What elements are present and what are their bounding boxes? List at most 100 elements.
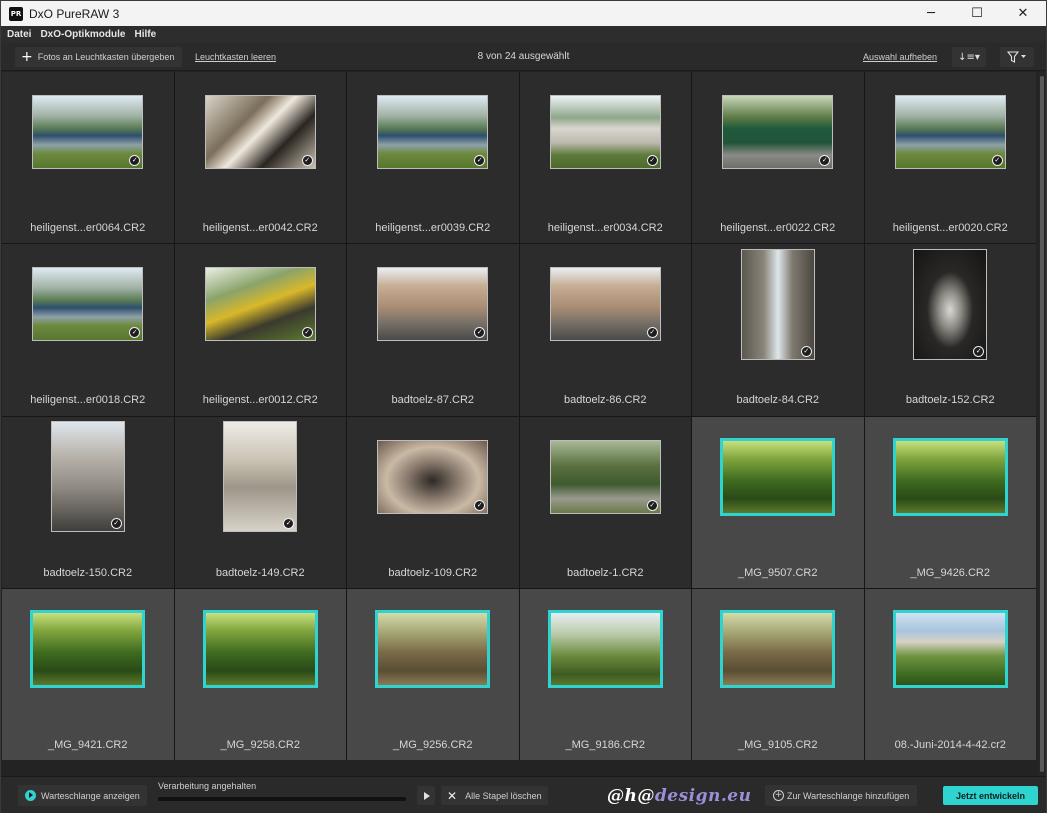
thumbnail-area: ✓ bbox=[2, 417, 174, 537]
photo-thumbnail[interactable]: ✓ bbox=[740, 248, 815, 360]
photo-filename: 08.-Juni-2014-4-42.cr2 bbox=[894, 738, 1006, 751]
photo-thumbnail[interactable]: ✓ bbox=[549, 95, 661, 169]
photo-thumbnail[interactable]: ✓ bbox=[204, 267, 316, 342]
photo-thumbnail[interactable] bbox=[720, 609, 836, 688]
processing-progress-bar bbox=[158, 797, 406, 801]
photo-filename: badtoelz-150.CR2 bbox=[43, 566, 133, 579]
add-photos-label: Fotos an Leuchtkasten übergeben bbox=[37, 52, 175, 62]
photo-tile[interactable]: ✓ badtoelz-1.CR2 bbox=[519, 416, 691, 588]
photo-thumbnail[interactable]: ✓ bbox=[223, 421, 298, 532]
photo-thumbnail[interactable]: ✓ bbox=[377, 95, 489, 169]
sort-button[interactable]: ↓≡▾ bbox=[952, 47, 986, 67]
resume-play-button[interactable] bbox=[417, 786, 435, 805]
photo-tile[interactable]: ✓ badtoelz-109.CR2 bbox=[347, 416, 519, 588]
minimize-button[interactable]: ─ bbox=[908, 1, 954, 26]
menu-hilfe[interactable]: Hilfe bbox=[134, 29, 156, 40]
scrollbar-thumb[interactable] bbox=[1040, 76, 1044, 772]
photo-filename: heiligenst...er0039.CR2 bbox=[375, 222, 491, 234]
photo-thumbnail[interactable]: ✓ bbox=[722, 95, 834, 169]
photo-thumbnail[interactable]: ✓ bbox=[32, 95, 144, 169]
watermark-logo: @h@design.eu bbox=[607, 786, 751, 806]
photo-thumbnail[interactable]: ✓ bbox=[32, 267, 144, 342]
processed-check-icon: ✓ bbox=[646, 499, 658, 511]
filter-button[interactable] bbox=[1000, 47, 1034, 67]
photo-thumbnail[interactable]: ✓ bbox=[50, 421, 125, 532]
processed-check-icon: ✓ bbox=[474, 499, 486, 511]
clear-lightbox-link[interactable]: Leuchtkasten leeren bbox=[195, 52, 276, 62]
processed-check-icon: ✓ bbox=[110, 518, 122, 529]
photo-thumbnail[interactable]: ✓ bbox=[913, 248, 988, 360]
grid-scrollbar[interactable] bbox=[1038, 72, 1046, 776]
photo-tile[interactable]: _MG_9258.CR2 bbox=[174, 588, 347, 760]
processed-check-icon: ✓ bbox=[283, 518, 295, 529]
photo-tile[interactable]: ✓ badtoelz-87.CR2 bbox=[347, 244, 519, 416]
photo-tile[interactable]: ✓ heiligenst...er0020.CR2 bbox=[864, 72, 1036, 244]
photo-thumbnail[interactable] bbox=[892, 437, 1008, 516]
photo-thumbnail[interactable] bbox=[720, 437, 836, 516]
photo-tile[interactable]: ✓ badtoelz-152.CR2 bbox=[864, 244, 1036, 416]
thumbnail-area: ✓ bbox=[175, 72, 347, 192]
thumbnail-area bbox=[692, 589, 864, 709]
thumbnail-area: ✓ bbox=[175, 244, 347, 364]
photo-tile[interactable]: ✓ heiligenst...er0022.CR2 bbox=[692, 72, 864, 244]
close-button[interactable]: ✕ bbox=[1000, 1, 1046, 26]
thumbnail-area: ✓ bbox=[692, 72, 864, 192]
photo-tile[interactable]: _MG_9105.CR2 bbox=[692, 588, 864, 760]
photo-tile[interactable]: _MG_9256.CR2 bbox=[347, 588, 519, 760]
photo-tile[interactable]: ✓ heiligenst...er0039.CR2 bbox=[347, 72, 519, 244]
photo-tile[interactable]: ✓ badtoelz-84.CR2 bbox=[692, 244, 864, 416]
photo-thumbnail[interactable]: ✓ bbox=[377, 267, 489, 342]
photo-thumbnail[interactable] bbox=[202, 609, 318, 688]
develop-now-button[interactable]: Jetzt entwickeln bbox=[943, 786, 1038, 805]
photo-tile[interactable]: _MG_9426.CR2 bbox=[864, 416, 1036, 588]
queue-play-icon bbox=[25, 790, 36, 801]
photo-tile[interactable]: _MG_9507.CR2 bbox=[692, 416, 864, 588]
photo-filename: heiligenst...er0042.CR2 bbox=[202, 222, 318, 234]
thumbnail-area bbox=[2, 589, 174, 709]
menu-bar: Datei DxO-Optikmodule Hilfe bbox=[1, 26, 1046, 43]
photo-tile[interactable]: ✓ heiligenst...er0064.CR2 bbox=[2, 72, 174, 244]
clear-all-stacks-button[interactable]: ✕ Alle Stapel löschen bbox=[441, 786, 548, 805]
photo-thumbnail[interactable]: ✓ bbox=[549, 267, 661, 342]
toolbar: + Fotos an Leuchtkasten übergeben Leucht… bbox=[1, 43, 1046, 71]
thumbnail-area: ✓ bbox=[347, 244, 519, 364]
show-queue-label: Warteschlange anzeigen bbox=[41, 790, 140, 801]
photo-tile[interactable]: ✓ heiligenst...er0034.CR2 bbox=[519, 72, 691, 244]
add-to-queue-button[interactable]: + Zur Warteschlange hinzufügen bbox=[765, 785, 918, 806]
photo-tile[interactable]: ✓ heiligenst...er0018.CR2 bbox=[2, 244, 174, 416]
deselect-all-link[interactable]: Auswahl aufheben bbox=[863, 52, 937, 62]
menu-dxo-optikmodule[interactable]: DxO-Optikmodule bbox=[40, 29, 125, 40]
photo-thumbnail[interactable] bbox=[375, 609, 491, 688]
photo-thumbnail[interactable]: ✓ bbox=[894, 95, 1006, 169]
processed-check-icon: ✓ bbox=[129, 155, 141, 166]
sort-icon: ↓≡▾ bbox=[958, 51, 980, 63]
photo-tile[interactable]: ✓ heiligenst...er0042.CR2 bbox=[174, 72, 347, 244]
show-queue-button[interactable]: Warteschlange anzeigen bbox=[18, 785, 147, 806]
photo-filename: badtoelz-1.CR2 bbox=[567, 566, 644, 579]
photo-tile[interactable]: _MG_9421.CR2 bbox=[2, 588, 174, 760]
menu-datei[interactable]: Datei bbox=[7, 29, 31, 40]
photo-tile[interactable]: ✓ badtoelz-150.CR2 bbox=[2, 416, 174, 588]
photo-thumbnail[interactable] bbox=[547, 609, 663, 688]
photo-tile[interactable]: 08.-Juni-2014-4-42.cr2 bbox=[864, 588, 1036, 760]
photo-tile[interactable]: ✓ badtoelz-149.CR2 bbox=[174, 416, 346, 588]
plus-icon: + bbox=[21, 49, 33, 65]
photo-thumbnail[interactable]: ✓ bbox=[377, 439, 489, 514]
photo-filename: _MG_9507.CR2 bbox=[738, 566, 818, 579]
thumbnail-area bbox=[347, 589, 519, 709]
processing-status: Verarbeitung angehalten bbox=[158, 781, 257, 791]
bottom-bar: Warteschlange anzeigen Verarbeitung ange… bbox=[1, 776, 1046, 813]
thumbnail-area bbox=[520, 589, 692, 709]
photo-tile[interactable]: _MG_9186.CR2 bbox=[519, 588, 692, 760]
photo-filename: heiligenst...er0064.CR2 bbox=[30, 222, 146, 234]
processed-check-icon: ✓ bbox=[646, 327, 658, 339]
photo-tile[interactable]: ✓ badtoelz-86.CR2 bbox=[519, 244, 691, 416]
photo-thumbnail[interactable] bbox=[30, 609, 146, 688]
add-photos-button[interactable]: + Fotos an Leuchtkasten übergeben bbox=[15, 47, 183, 67]
photo-tile[interactable]: ✓ heiligenst...er0012.CR2 bbox=[174, 244, 347, 416]
maximize-button[interactable]: ☐ bbox=[954, 1, 1000, 26]
thumbnail-area bbox=[175, 589, 347, 709]
photo-thumbnail[interactable]: ✓ bbox=[204, 95, 316, 169]
photo-thumbnail[interactable]: ✓ bbox=[549, 439, 661, 514]
photo-thumbnail[interactable] bbox=[892, 609, 1008, 688]
